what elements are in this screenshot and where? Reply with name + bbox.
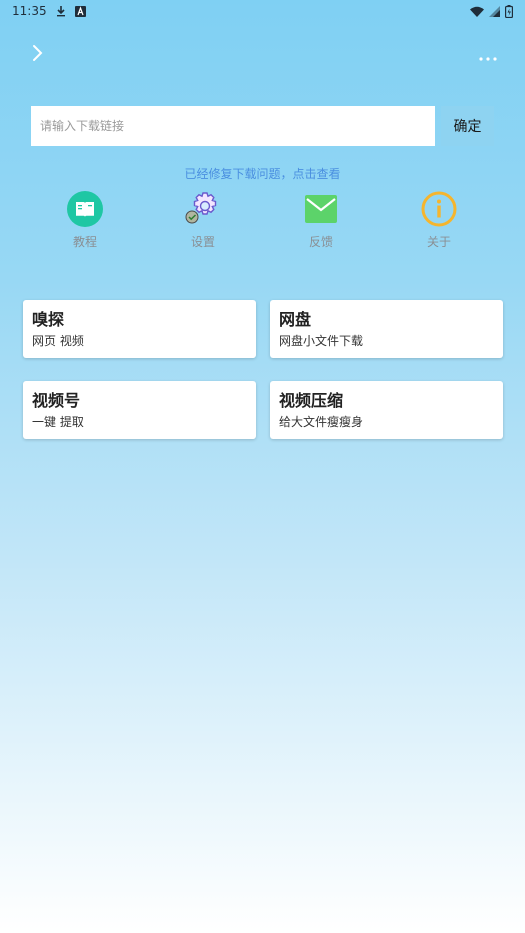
download-link-input[interactable]	[31, 106, 435, 146]
settings-label: 设置	[190, 235, 215, 249]
gear-icon	[184, 190, 222, 228]
feedback-button[interactable]: 反馈	[281, 190, 361, 250]
more-dots-icon	[479, 46, 497, 65]
tutorial-label: 教程	[72, 235, 97, 249]
signal-icon	[489, 5, 500, 17]
video-compress-card[interactable]: 视频压缩 给大文件瘦瘦身	[270, 381, 503, 439]
card-title: 嗅探	[32, 310, 65, 329]
more-options-button[interactable]	[473, 40, 503, 70]
mail-icon	[302, 190, 340, 228]
chevron-right-icon	[31, 44, 43, 66]
about-label: 关于	[426, 235, 451, 249]
card-title: 视频号	[32, 391, 81, 410]
card-subtitle: 网盘小文件下载	[279, 334, 364, 348]
card-title: 视频压缩	[279, 391, 344, 410]
top-bar	[0, 38, 525, 72]
status-time: 11:35	[12, 4, 47, 18]
download-icon	[55, 5, 67, 17]
notice-link[interactable]: 已经修复下载问题，点击查看	[0, 165, 525, 182]
card-subtitle: 一键 提取	[32, 415, 84, 429]
sniff-card[interactable]: 嗅探 网页 视频	[23, 300, 256, 358]
wifi-icon	[470, 6, 484, 17]
confirm-button[interactable]: 确定	[441, 106, 494, 146]
status-bar: 11:35	[0, 0, 525, 22]
netdisk-card[interactable]: 网盘 网盘小文件下载	[270, 300, 503, 358]
status-right	[470, 4, 513, 18]
battery-icon	[505, 4, 513, 18]
quick-actions: 教程 设置 反馈 关于	[0, 190, 525, 254]
channels-card[interactable]: 视频号 一键 提取	[23, 381, 256, 439]
card-title: 网盘	[279, 310, 312, 329]
tutorial-button[interactable]: 教程	[45, 190, 125, 250]
book-icon	[66, 190, 104, 228]
expand-button[interactable]	[22, 40, 52, 70]
card-subtitle: 给大文件瘦瘦身	[279, 415, 364, 429]
feedback-label: 反馈	[308, 235, 333, 249]
settings-button[interactable]: 设置	[163, 190, 243, 250]
card-subtitle: 网页 视频	[32, 334, 84, 348]
about-button[interactable]: 关于	[399, 190, 479, 250]
status-left: 11:35	[12, 4, 86, 18]
info-icon	[420, 190, 458, 228]
search-row: 确定	[31, 106, 494, 146]
a-badge-icon	[74, 5, 86, 17]
